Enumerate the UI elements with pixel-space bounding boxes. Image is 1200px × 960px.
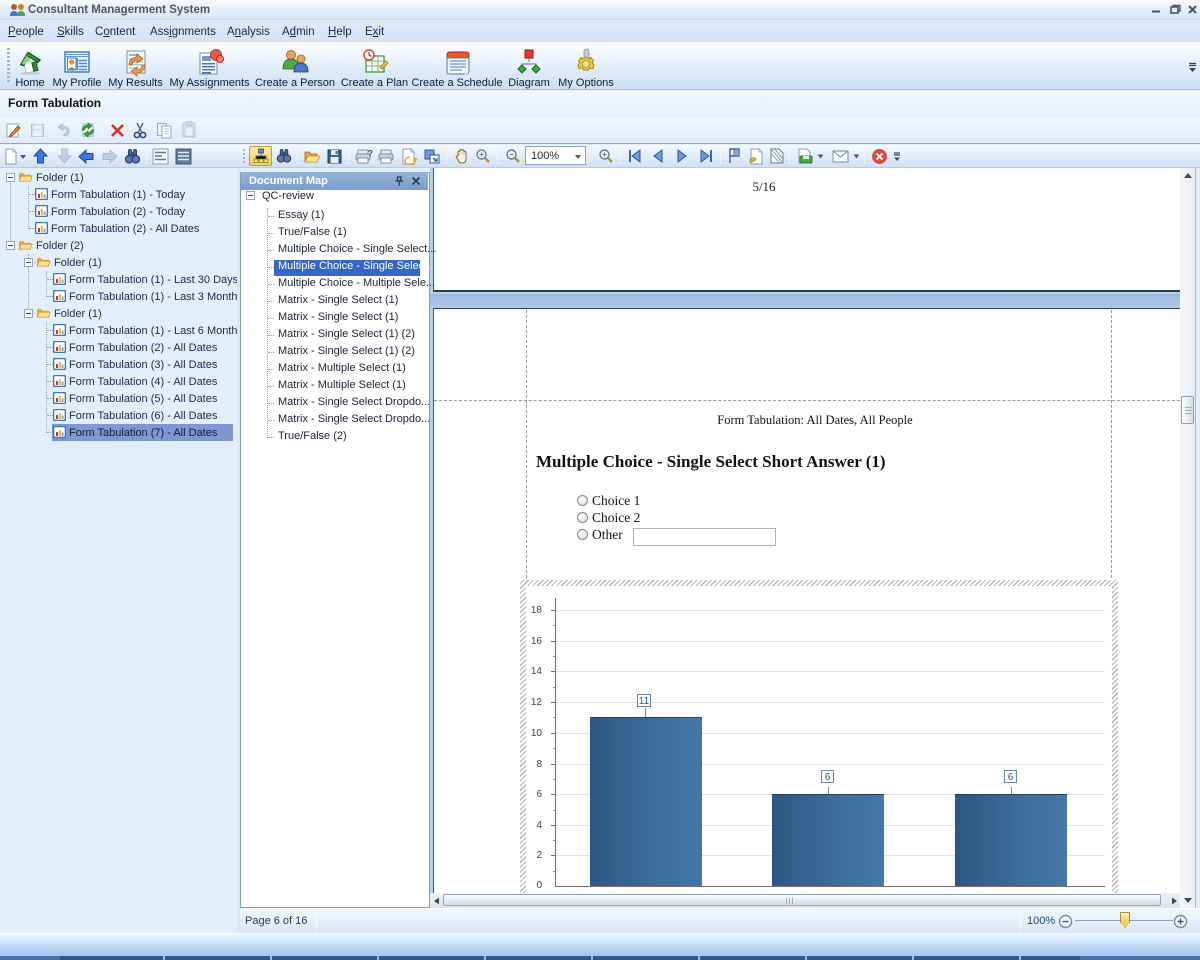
svg-text:?: ? [368, 149, 373, 158]
